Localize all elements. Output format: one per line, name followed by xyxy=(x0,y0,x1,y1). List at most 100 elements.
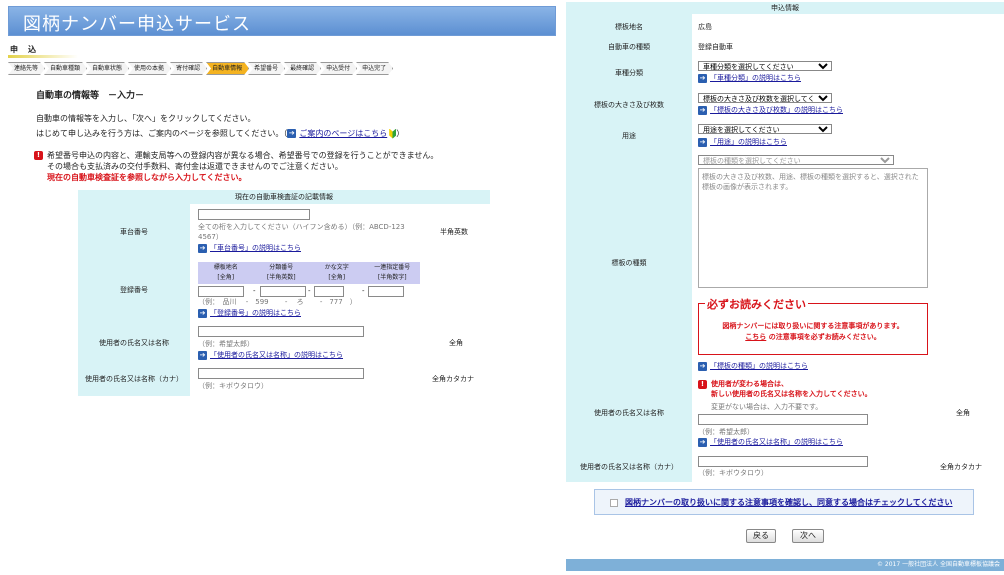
reg-separator-3: - xyxy=(362,287,365,295)
new-user-name-help-link[interactable]: 「使用者の氏名又は名称」の説明はこちら xyxy=(710,438,843,446)
reg-class-input[interactable] xyxy=(260,286,306,297)
chassis-help-link[interactable]: 「車台番号」の説明はこちら xyxy=(210,244,301,252)
new-user-kana-example: （例：キボウタロウ） xyxy=(698,469,768,477)
vehicle-type-label: 自動車の種類 xyxy=(608,43,650,51)
plate-size-help-link[interactable]: 「標板の大きさ及び枚数」の説明はこちら xyxy=(710,106,843,114)
section-apply-label: 申込 xyxy=(10,45,46,54)
vehicle-class-help-link[interactable]: 「車種分類」の説明はこちら xyxy=(710,74,801,82)
back-button[interactable]: 戻る xyxy=(746,529,776,543)
plate-preview-area: 標板の大きさ及び枚数、用途、標板の種類を選択すると、選択された標板の画像が表示さ… xyxy=(698,168,928,288)
registration-help-link[interactable]: 「登録番号」の説明はこちら xyxy=(210,309,301,317)
user-name-help: ➔ 「使用者の氏名又は名称」の説明はこちら xyxy=(198,350,343,360)
reg-region-input[interactable] xyxy=(198,286,244,297)
usage-help: ➔ 「用途」の説明はこちら xyxy=(698,137,787,147)
step-8: 最終確認 xyxy=(284,62,321,75)
plate-type-label: 標板の種類 xyxy=(611,259,647,267)
reg-serial-input[interactable] xyxy=(368,286,404,297)
chassis-hint: 全ての桁を入力してください（ハイフン含める）（例：ABCD-123 xyxy=(198,223,405,231)
vehicle-class-help: ➔ 「車種分類」の説明はこちら xyxy=(698,73,801,83)
service-title: 図柄ナンバー申込サービス xyxy=(23,14,251,35)
usage-select[interactable]: 用途を選択してください xyxy=(698,124,832,134)
registration-example: （例： 品川 - 599 - ろ - 777 ） xyxy=(198,298,357,306)
new-user-hint: 変更がない場合は、入力不要です。 xyxy=(711,403,823,411)
step-2: 自動車種類 xyxy=(44,62,87,75)
step-4: 使用の本拠 xyxy=(128,62,171,75)
agree-text[interactable]: 図柄ナンバーの取り扱いに関する注意事項を確認し、同意する場合はチェックしてくださ… xyxy=(625,497,953,508)
registration-label: 登録番号 xyxy=(120,286,148,294)
user-name-input[interactable] xyxy=(198,326,364,337)
plate-size-help: ➔ 「標板の大きさ及び枚数」の説明はこちら xyxy=(698,105,843,115)
step-10: 申込完了 xyxy=(356,62,393,75)
new-user-warn-1: 使用者が変わる場合は、 xyxy=(711,380,788,388)
user-name-example: （例：希望太郎） xyxy=(198,340,254,348)
chassis-number-label: 車台番号 xyxy=(120,228,148,236)
step-1: 連絡先等 xyxy=(8,62,45,75)
step-5: 寄付確認 xyxy=(170,62,207,75)
step-6-current: 自動車情報 xyxy=(206,62,249,75)
registration-columns: 標板地名 [全角] 分類番号 [半角英数] かな文字 [全角] 一連指定番号 [半角数字… xyxy=(198,262,420,284)
warning-notice: ! 希望番号申込の内容と、運輸支局等への登録内容が異なる場合、希望番号での登録を行… xyxy=(34,150,454,183)
reg-kana-input[interactable] xyxy=(314,286,344,297)
plate-type-select[interactable]: 標板の種類を選択してください xyxy=(698,155,894,165)
reg-col-serial: 一連指定番号 [半角数字] xyxy=(374,264,411,281)
right-panel: 申込情報 標板地名 広島 自動車の種類 登録自動車 車種分類 車種分類を選択して… xyxy=(566,0,1004,575)
arrow-right-icon: ➔ xyxy=(698,361,707,371)
vehicle-class-select[interactable]: 車種分類を選択してください xyxy=(698,61,832,71)
arrow-right-icon: ➔ xyxy=(287,129,297,138)
user-kana-label: 使用者の氏名又は名称（カナ） xyxy=(85,375,183,383)
usage-label: 用途 xyxy=(622,132,636,140)
user-name-label: 使用者の氏名又は名称 xyxy=(99,339,169,347)
new-user-kana-input[interactable] xyxy=(698,456,868,467)
warning-text-3: 現在の自動車検査証を参照しながら入力してください。 xyxy=(47,173,247,182)
chassis-help: ➔ 「車台番号」の説明はこちら xyxy=(198,243,301,253)
plate-type-help: ➔ 「標板の種類」の説明はこちら xyxy=(698,361,808,371)
intro-text-2-body: はじめて申し込みを行う方は、ご案内のページを参照してください。（ xyxy=(36,129,288,138)
vehicle-type-value: 登録自動車 xyxy=(698,43,733,51)
must-read-line-2: の注意事項を必ずお読みください。 xyxy=(766,333,881,341)
user-kana-input[interactable] xyxy=(198,368,364,379)
user-kana-note: 全角カタカナ xyxy=(432,375,474,383)
user-name-help-link[interactable]: 「使用者の氏名又は名称」の説明はこちら xyxy=(210,351,343,359)
reg-col-region: 標板地名 [全角] xyxy=(213,264,238,281)
plate-type-help-link[interactable]: 「標板の種類」の説明はこちら xyxy=(710,362,808,370)
agreement-box: 図柄ナンバーの取り扱いに関する注意事項を確認し、同意する場合はチェックしてくださ… xyxy=(594,489,974,515)
next-button[interactable]: 次へ xyxy=(792,529,824,543)
reg-separator-1: - xyxy=(253,287,256,295)
warning-text-1: 希望番号申込の内容と、運輸支局等への登録内容が異なる場合、希望番号での登録を行う… xyxy=(47,151,439,160)
service-banner: 図柄ナンバー申込サービス xyxy=(8,6,556,36)
copyright-footer: © 2017 一般社団法人 全国自動車標板協議会 xyxy=(566,559,1004,571)
must-read-notice: 必ずお読みください 図柄ナンバーには取り扱いに関する注意事項があります。 こちら… xyxy=(698,296,928,355)
alert-icon: ! xyxy=(34,151,43,160)
arrow-right-icon: ➔ xyxy=(698,437,707,447)
must-read-title: 必ずお読みください xyxy=(705,296,808,312)
warning-text-2: その場合も支払済みの交付手数料、寄付金は返還できませんのでご注意ください。 xyxy=(47,162,343,171)
user-name-note: 全角 xyxy=(449,339,463,347)
new-user-name-input[interactable] xyxy=(698,414,868,425)
new-user-kana-label: 使用者の氏名又は名称（カナ） xyxy=(580,463,678,471)
form-header: 現在の自動車検査証の記載情報 xyxy=(78,190,490,204)
arrow-right-icon: ➔ xyxy=(198,308,207,318)
usage-help-link[interactable]: 「用途」の説明はこちら xyxy=(710,138,787,146)
new-user-name-label: 使用者の氏名又は名称 xyxy=(594,409,664,417)
new-user-kana-note: 全角カタカナ xyxy=(940,463,982,471)
application-info-header: 申込情報 xyxy=(566,2,1004,14)
agree-checkbox[interactable] xyxy=(610,499,618,507)
step-7: 希望番号 xyxy=(248,62,285,75)
arrow-right-icon: ➔ xyxy=(198,243,207,253)
chassis-hint-2: 4567） xyxy=(198,233,223,241)
plate-size-label: 標板の大きさ及び枚数 xyxy=(594,101,664,109)
arrow-right-icon: ➔ xyxy=(198,350,207,360)
must-read-link[interactable]: こちら xyxy=(745,333,766,341)
alert-icon: ! xyxy=(698,379,707,389)
arrow-right-icon: ➔ xyxy=(698,105,707,115)
vehicle-class-label: 車種分類 xyxy=(615,69,643,77)
guide-link[interactable]: ご案内のページはこちら xyxy=(299,129,387,138)
page-title: 自動車の情報等 －入力－ xyxy=(36,91,145,101)
step-9: 申込受付 xyxy=(320,62,357,75)
chassis-number-input[interactable] xyxy=(198,209,310,220)
step-progress: 連絡先等 自動車種類 自動車状態 使用の本拠 寄付確認 自動車情報 希望番号 最… xyxy=(8,62,392,75)
step-3: 自動車状態 xyxy=(86,62,129,75)
must-read-line-1: 図柄ナンバーには取り扱いに関する注意事項があります。 xyxy=(722,322,904,330)
plate-size-select[interactable]: 標板の大きさ及び枚数を選択してく xyxy=(698,93,832,103)
new-user-name-note: 全角 xyxy=(956,409,970,417)
